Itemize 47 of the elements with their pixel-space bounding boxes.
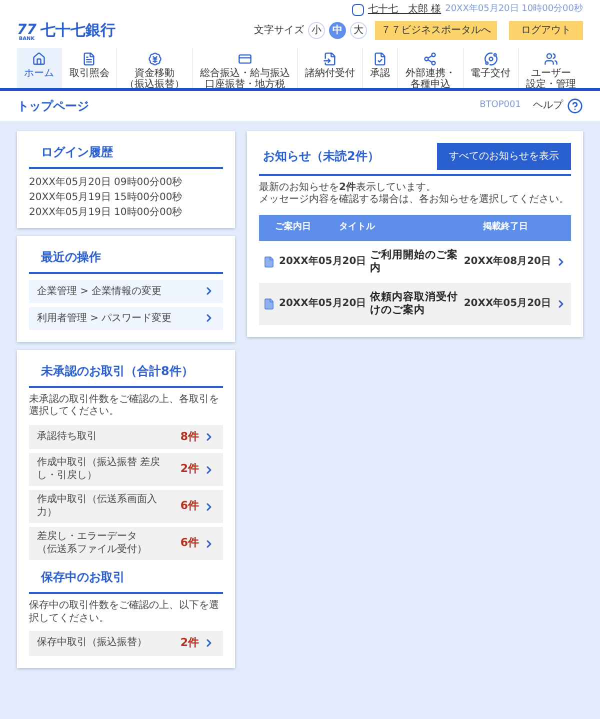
login-datetime: 20XX年05月20日 10時00分00秒 [445,2,583,16]
help-icon [567,98,583,114]
transaction-row[interactable]: 承認待ち取引 8件 [29,424,223,449]
nav-icon [544,52,558,66]
column-header: タイトル [339,220,376,234]
recent-operation-link[interactable]: 企業管理 > 企業情報の変更 [29,280,223,302]
transaction-row[interactable]: 作成中取引（振込振替 差戻し・引戻し） 2件 [29,453,223,486]
notice-message: メッセージ内容を確認する場合は、各お知らせを選択してください。 [259,194,570,206]
login-entry: 20XX年05月19日 10時00分00秒 [29,206,184,220]
card-title: 最近の操作 [41,248,102,266]
page-title: トップページ [17,98,89,114]
recent-operation-link[interactable]: 利用者管理 > パスワード変更 [29,306,223,330]
description-text: 保存中の取引件数をご確認の上、以下を選択してください。 [29,600,220,625]
nav-icon [373,52,388,66]
font-size-label: 文字サイズ [254,24,304,38]
logout-button[interactable]: ログアウト [509,20,583,40]
show-all-notices-button[interactable]: すべてのお知らせを表示 [437,142,571,170]
column-header: 掲載終了日 [483,220,529,234]
notice-message: 最新のお知らせを2件表示しています。 [259,182,437,194]
user-name-link[interactable]: 七十七 太郎 様 [368,2,442,17]
nav-icon [484,52,498,66]
help-link[interactable]: ヘルプ [533,98,583,114]
login-entry: 20XX年05月19日 15時00分00秒 [29,190,184,204]
card-title: ログイン履歴 [41,144,114,160]
font-size-button[interactable]: 大 [350,22,367,39]
nav-icon [238,52,252,66]
document-icon [263,298,275,310]
card-title: 保存中のお取引 [41,569,126,586]
bank-name: 七十七銀行 [40,20,116,41]
document-icon [263,256,275,268]
description-text: 未承認の取引件数をご確認の上、各取引を選択してください。 [29,394,220,418]
card-title: 未承認のお取引（合計8件） [41,362,194,380]
transaction-row[interactable]: 差戻し・エラーデータ （伝送系ファイル受付） 6件 [29,527,223,560]
nav-tab[interactable]: ホーム [17,48,62,88]
screen-id: BTOP001 [480,98,521,112]
card-title: お知らせ（未読2件） [262,148,380,165]
login-entry: 20XX年05月20日 09時00分00秒 [29,176,184,190]
transaction-row[interactable]: 保存中取引（振込振替） 2件 [29,631,223,656]
font-size-button[interactable]: 小 [308,22,325,39]
nav-icon [32,52,46,66]
nav-icon [322,52,337,66]
nav-icon [82,52,96,66]
nav-icon [423,52,438,66]
transaction-row[interactable]: 作成中取引（伝送系画面入力） 6件 [29,490,223,523]
portal-button[interactable]: ７７ビジネスポータルへ [375,20,497,40]
column-header: ご案内日 [274,220,312,234]
nav-icon [148,52,162,66]
